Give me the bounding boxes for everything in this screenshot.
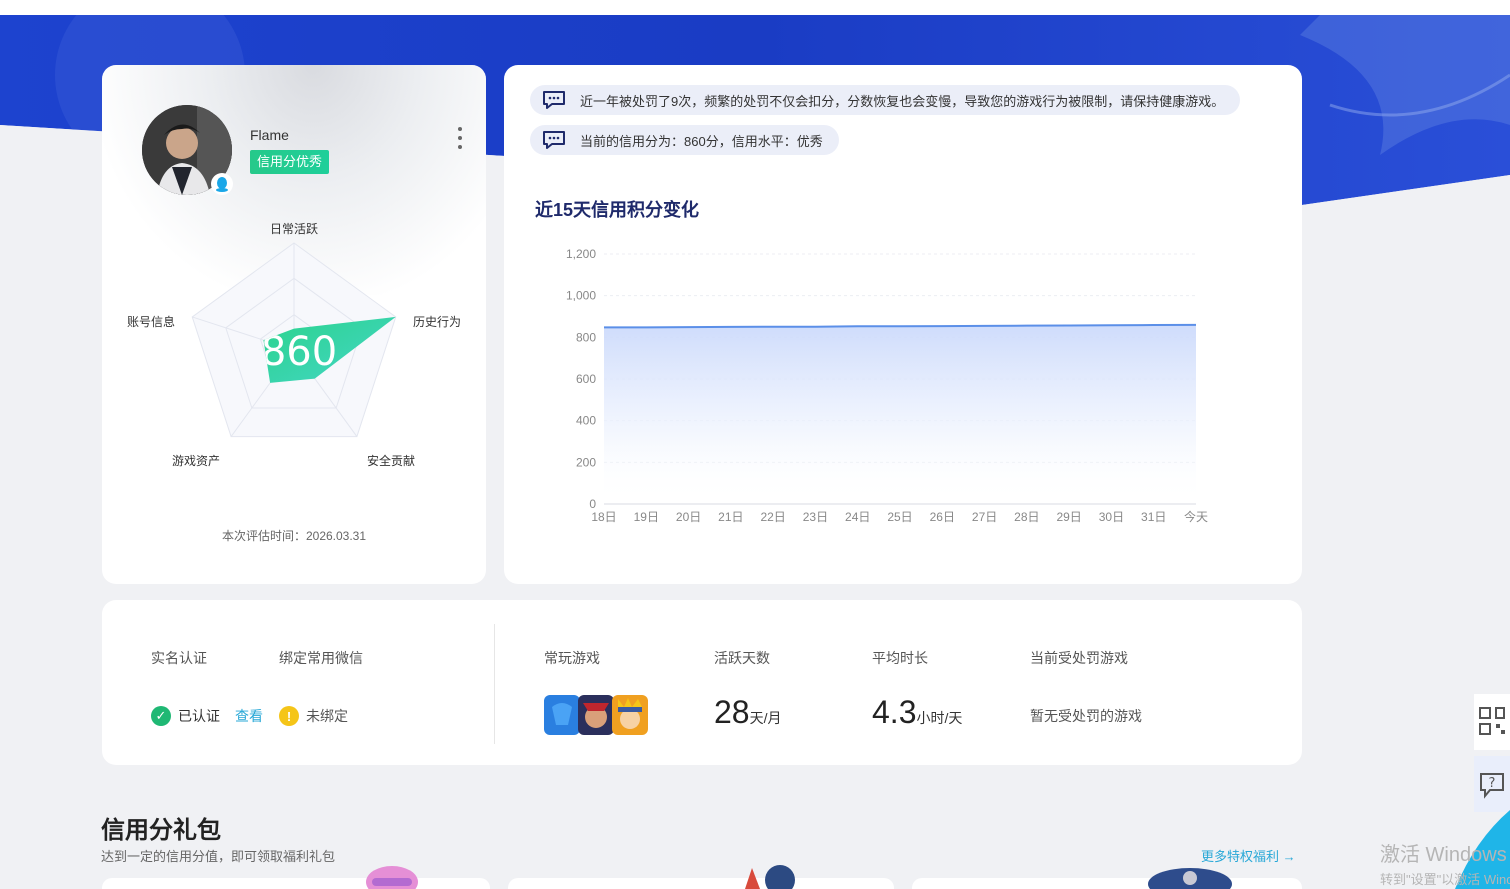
- x-tick-label: 23日: [803, 510, 828, 524]
- game-icon-1[interactable]: [544, 695, 580, 735]
- game-icon-2[interactable]: [578, 695, 614, 735]
- y-tick-label: 1,000: [566, 289, 596, 303]
- notice-credit-score: 当前的信用分为：860分，信用水平：优秀: [530, 125, 839, 155]
- qq-icon: [211, 173, 233, 195]
- y-tick-label: 400: [576, 414, 596, 428]
- credit-trend-chart: 0 200 400 600 800 1,000 1,200 18日 19日 20日 21日 22日 23…: [566, 247, 1208, 524]
- credit-level-badge: 信用分优秀: [250, 150, 330, 174]
- series-area: [604, 324, 1196, 504]
- unbound-text: 未绑定: [306, 708, 348, 724]
- avg-time: 4.3小时/天: [872, 694, 962, 731]
- credit-trend-card: 近一年被处罚了9次，频繁的处罚不仅会扣分，分数恢复也会变慢，导致您的游戏行为被限…: [504, 65, 1302, 584]
- y-tick-label: 1,200: [566, 247, 596, 261]
- x-tick-label: 26日: [930, 510, 955, 524]
- profile-card: Flame 信用分优秀 860 日常活跃 历史行为 安全贡献 游戏资产 账号信息…: [102, 65, 486, 584]
- avg-time-value: 4.3: [872, 694, 917, 730]
- y-tick-label: 600: [576, 372, 596, 386]
- windows-activation-watermark: 激活 Windows 转到"设置"以激活 Windows。: [1380, 838, 1510, 888]
- real-name-status: ✓ 已认证 查看: [151, 706, 263, 726]
- credit-radar-chart: 860: [191, 242, 397, 438]
- punished-games-label: 当前受处罚游戏: [1030, 650, 1128, 666]
- notice-credit-score-text: 当前的信用分为：860分，信用水平：优秀: [580, 133, 823, 149]
- frequent-games-label: 常玩游戏: [544, 650, 600, 666]
- gift-card-1[interactable]: [102, 878, 490, 889]
- game-icon-3[interactable]: [612, 695, 648, 735]
- more-options-icon[interactable]: [454, 127, 466, 149]
- notice-punishment: 近一年被处罚了9次，频繁的处罚不仅会扣分，分数恢复也会变慢，导致您的游戏行为被限…: [530, 85, 1241, 115]
- verified-text: 已认证: [178, 708, 220, 724]
- active-days-value: 28: [714, 694, 750, 730]
- divider: [494, 624, 495, 744]
- message-icon: [542, 129, 568, 151]
- x-tick-label: 19日: [634, 510, 659, 524]
- y-tick-label: 0: [589, 497, 596, 511]
- help-button[interactable]: ?: [1474, 756, 1510, 812]
- view-verification-link[interactable]: 查看: [235, 706, 263, 726]
- wechat-status[interactable]: ! 未绑定: [279, 706, 348, 726]
- y-tick-label: 200: [576, 455, 596, 469]
- x-tick-label: 29日: [1056, 510, 1081, 524]
- radar-label-daily-activity: 日常活跃: [270, 222, 319, 236]
- radar-label-history: 历史行为: [413, 315, 462, 329]
- radar-label-security: 安全贡献: [367, 454, 416, 468]
- svg-text:?: ?: [1489, 776, 1496, 791]
- gift-character-1: [366, 866, 418, 889]
- notice-punishment-text: 近一年被处罚了9次，频繁的处罚不仅会扣分，分数恢复也会变慢，导致您的游戏行为被限…: [580, 93, 1225, 109]
- gift-card-2[interactable]: [508, 878, 894, 889]
- gift-character-2: [745, 865, 795, 889]
- x-tick-label: 20日: [676, 510, 701, 524]
- account-stats-card: 实名认证 绑定常用微信 ✓ 已认证 查看 ! 未绑定 常玩游戏 活跃天数 平均时…: [102, 600, 1302, 765]
- x-tick-label: 今天: [1184, 509, 1208, 524]
- x-tick-label: 31日: [1141, 510, 1166, 524]
- qrcode-button[interactable]: [1474, 694, 1510, 750]
- chart-title: 近15天信用积分变化: [535, 200, 700, 220]
- gift-section-title: 信用分礼包: [101, 817, 221, 844]
- evaluation-time-label: 本次评估时间：: [221, 529, 306, 543]
- y-tick-label: 800: [576, 330, 596, 344]
- punished-games-value: 暂无受处罚的游戏: [1030, 708, 1142, 724]
- gift-card-3[interactable]: [912, 878, 1302, 889]
- evaluation-time: 本次评估时间：2026.03.31: [102, 527, 486, 544]
- top-nav-strip: [0, 0, 1510, 15]
- watermark-line-1: 激活 Windows: [1380, 844, 1507, 866]
- question-icon: ?: [1480, 773, 1504, 799]
- active-days: 28天/月: [714, 694, 781, 731]
- x-tick-label: 25日: [887, 510, 912, 524]
- qrcode-icon: [1479, 707, 1505, 735]
- x-tick-label: 22日: [760, 510, 785, 524]
- gift-section-subtitle: 达到一定的信用分值，即可领取福利礼包: [101, 849, 336, 864]
- real-name-label: 实名认证: [151, 650, 207, 666]
- message-icon: [542, 89, 568, 111]
- wechat-label: 绑定常用微信: [279, 650, 363, 666]
- radar-label-account: 账号信息: [127, 315, 176, 329]
- frequent-games-list: [544, 695, 648, 735]
- avg-time-unit: 小时/天: [916, 710, 963, 726]
- avg-time-label: 平均时长: [872, 650, 928, 666]
- active-days-unit: 天/月: [749, 710, 782, 726]
- username: Flame: [250, 127, 289, 143]
- radar-label-game-assets: 游戏资产: [172, 454, 221, 468]
- watermark-line-2: 转到"设置"以激活 Windows。: [1380, 872, 1510, 887]
- x-tick-label: 27日: [972, 510, 997, 524]
- evaluation-time-value: 2026.03.31: [305, 529, 367, 543]
- x-tick-label: 18日: [591, 510, 616, 524]
- gift-character-3: [1148, 868, 1232, 889]
- active-days-label: 活跃天数: [714, 650, 770, 666]
- check-icon: ✓: [151, 706, 171, 726]
- warning-icon: !: [279, 706, 299, 726]
- x-tick-label: 30日: [1099, 510, 1124, 524]
- x-tick-label: 28日: [1014, 510, 1039, 524]
- x-tick-label: 21日: [718, 510, 743, 524]
- x-tick-label: 24日: [845, 510, 870, 524]
